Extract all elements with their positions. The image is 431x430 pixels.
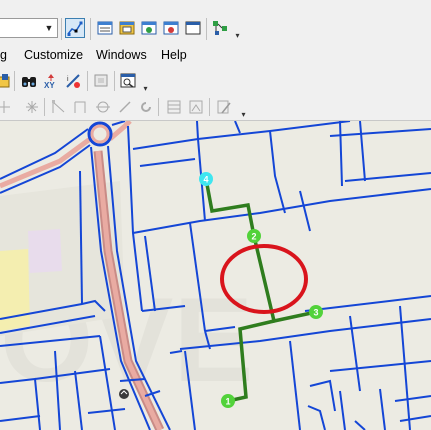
scale-combo[interactable]: ▼ [0,18,58,38]
cut-polygon-icon [119,101,131,113]
topology-icon [213,21,227,35]
move-icon [0,101,10,113]
sketch-properties-button[interactable] [117,18,137,38]
toolbar-separator [14,71,15,91]
georeference-button[interactable] [186,97,206,117]
add-data-button[interactable] [0,71,12,91]
building-icon [119,389,129,399]
measure-icon: i [66,74,80,88]
move-button[interactable] [0,97,14,117]
route-node-label: 2 [251,232,256,242]
reshape-icon [52,100,65,113]
sketch-properties-icon [119,21,135,35]
toolbar-separator [206,18,207,40]
find-icon [22,77,36,87]
magnifier-window-icon [120,73,136,88]
table-grid-icon [167,100,181,114]
block-pink [28,229,62,273]
explode-icon [26,101,38,113]
attribute-table-button[interactable] [164,97,184,117]
table-icon [163,21,179,35]
rotate-button[interactable] [136,97,156,117]
table-button[interactable] [161,18,181,38]
split-icon [74,101,86,113]
split-button[interactable] [71,97,91,117]
create-features-button[interactable] [139,18,159,38]
identify-icon [94,74,108,87]
tools-toolbar: XY i ▾ [0,67,431,95]
explode-button[interactable] [22,97,42,117]
toolbar-separator [44,98,45,116]
chevron-down-icon[interactable]: ▼ [41,19,57,37]
toolbar-separator [209,98,210,116]
cut-polygon-button[interactable] [115,97,135,117]
route-node-4[interactable]: 4 [199,172,213,186]
menu-item-partial[interactable]: g [0,48,7,62]
svg-text:XY: XY [44,81,55,89]
intersect-button[interactable] [93,97,113,117]
toolbar-overflow-icon[interactable]: ▾ [141,77,150,93]
map-display: OVE 1 2 3 4 [0,121,431,430]
window-icon [185,21,201,35]
toolbar-separator [61,18,62,40]
toolbar-separator [87,71,88,91]
menu-item-help[interactable]: Help [161,48,187,62]
go-to-xy-icon: XY [44,74,55,89]
edit-vertices-button[interactable] [214,97,234,117]
identify-button[interactable] [91,71,111,91]
menu-bar: g Customize Windows Help [0,42,431,67]
reshape-button[interactable] [49,97,69,117]
create-features-icon [141,21,157,35]
route-node-label: 4 [203,175,208,185]
menu-item-windows[interactable]: Windows [96,48,147,62]
attributes-icon [97,21,113,35]
toolbar-separator [114,71,115,91]
route-node-1[interactable]: 1 [221,394,235,408]
route-node-label: 3 [313,308,318,318]
edit-tool-button[interactable] [65,18,85,38]
editor-toolbar: ▾ [0,95,431,121]
route-node-label: 1 [225,397,230,407]
find-button[interactable] [19,71,39,91]
attributes-button[interactable] [95,18,115,38]
svg-text:i: i [67,76,69,83]
add-data-icon [0,74,10,88]
magnifier-button[interactable] [118,71,138,91]
menu-item-customize[interactable]: Customize [24,48,83,62]
georeference-icon [189,100,203,114]
toolbar-separator [158,98,159,116]
map-canvas[interactable]: OVE 1 2 3 4 [0,121,431,430]
edit-vertices-icon [217,100,231,114]
rotate-icon [141,102,151,112]
route-node-3[interactable]: 3 [309,305,323,319]
intersect-icon [96,101,110,113]
measure-button[interactable]: i [63,71,83,91]
topology-button[interactable] [210,18,230,38]
toolbar-overflow-icon[interactable]: ▾ [233,24,242,40]
standard-toolbar: ▼ ▾ [0,0,431,43]
go-to-xy-button[interactable]: XY [41,71,61,91]
edit-tool-icon [67,21,83,36]
toolbar-overflow-icon[interactable]: ▾ [239,103,248,119]
toolbar-separator [90,18,91,40]
window-button[interactable] [183,18,203,38]
route-node-2[interactable]: 2 [247,229,261,243]
